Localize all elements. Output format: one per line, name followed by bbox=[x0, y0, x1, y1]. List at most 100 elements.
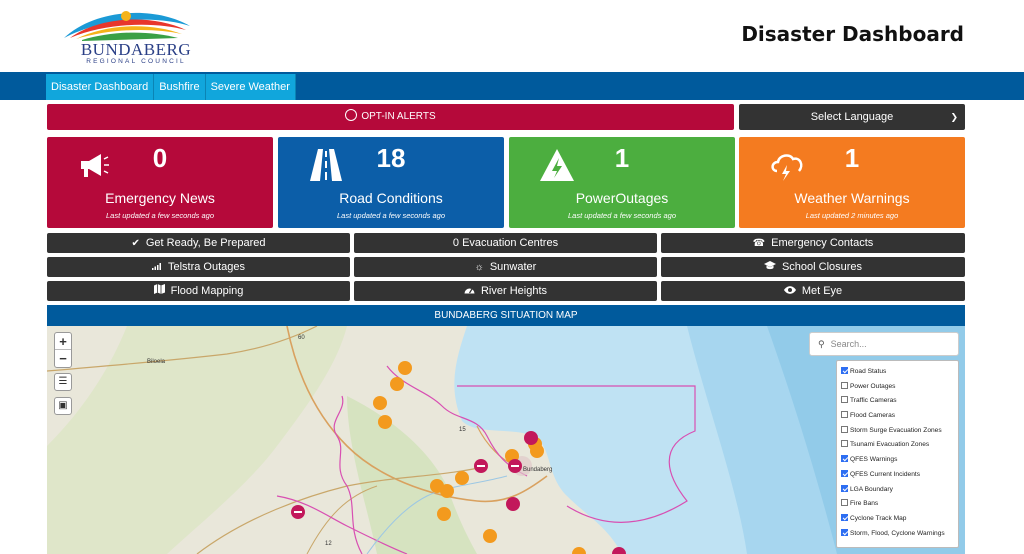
card-weather-warnings[interactable]: 1 Weather Warnings Last updated 2 minute… bbox=[739, 137, 965, 228]
flood-mapping-label: Flood Mapping bbox=[170, 285, 244, 297]
layer-checkbox[interactable] bbox=[841, 513, 848, 521]
layer-label: QFES Current Incidents bbox=[850, 470, 920, 478]
language-select-label: Select Language bbox=[810, 111, 894, 123]
sunwater-button[interactable]: ☼ Sunwater bbox=[354, 257, 657, 277]
emergency-contacts-label: Emergency Contacts bbox=[771, 237, 874, 249]
layer-checkbox[interactable] bbox=[841, 425, 848, 433]
power-outages-updated: Last updated a few seconds ago bbox=[568, 211, 676, 220]
phone-icon: ☎ bbox=[752, 238, 766, 249]
header: BUNDABERG REGIONAL COUNCIL Disaster Dash… bbox=[0, 0, 1024, 72]
layer-item[interactable]: Flood Cameras bbox=[841, 409, 954, 424]
layer-label: Fire Bans bbox=[850, 500, 879, 508]
layer-checkbox[interactable] bbox=[841, 367, 848, 374]
layer-label: Road Status bbox=[850, 368, 887, 375]
layer-label: Tsunami Evacuation Zones bbox=[850, 441, 930, 449]
tab-disaster-dashboard[interactable]: Disaster Dashboard bbox=[46, 74, 155, 100]
evacuation-centres-label: 0 Evacuation Centres bbox=[452, 237, 559, 249]
council-logo[interactable]: BUNDABERG REGIONAL COUNCIL bbox=[56, 4, 194, 66]
situation-map-title: BUNDABERG SITUATION MAP bbox=[47, 305, 965, 326]
weather-warnings-label: Weather Warnings bbox=[794, 190, 910, 206]
basemap-toggle-icon[interactable]: ☰ bbox=[54, 373, 72, 391]
fullscreen-icon[interactable]: ▣ bbox=[54, 397, 72, 415]
layer-item[interactable]: LGA Boundary bbox=[841, 483, 954, 498]
app-window: BUNDABERG REGIONAL COUNCIL Disaster Dash… bbox=[0, 0, 1024, 554]
layer-checkbox[interactable] bbox=[841, 484, 848, 492]
layer-item[interactable]: Traffic Cameras bbox=[841, 394, 954, 409]
sunwater-label: Sunwater bbox=[489, 261, 537, 273]
layer-item[interactable]: Storm Surge Evacuation Zones bbox=[841, 424, 954, 439]
logo-wordmark: BUNDABERG bbox=[80, 40, 192, 59]
road-conditions-count: 18 bbox=[376, 143, 406, 173]
road-conditions-updated: Last updated a few seconds ago bbox=[337, 211, 445, 220]
river-heights-button[interactable]: River Heights bbox=[354, 281, 657, 301]
get-ready-label: Get Ready, Be Prepared bbox=[145, 237, 266, 249]
zoom-in-button[interactable]: + bbox=[55, 333, 71, 350]
telstra-outages-label: Telstra Outages bbox=[167, 261, 246, 273]
layer-checkbox[interactable] bbox=[841, 411, 848, 419]
layer-label: Storm, Flood, Cyclone Warnings bbox=[850, 529, 945, 537]
weather-warnings-count: 1 bbox=[844, 143, 860, 173]
layer-label: Flood Cameras bbox=[850, 412, 896, 420]
layer-label: Power Outages bbox=[850, 382, 896, 390]
logo-swoosh-icon bbox=[64, 11, 190, 41]
layer-checkbox[interactable] bbox=[841, 396, 848, 404]
power-outages-label: PowerOutages bbox=[575, 190, 669, 206]
evacuation-centres-button[interactable]: 0 Evacuation Centres bbox=[354, 233, 657, 253]
alert-calendar-icon bbox=[345, 109, 358, 121]
map-icon bbox=[153, 282, 165, 302]
road-number-15: 15 bbox=[459, 427, 466, 433]
layer-label: QFES Warnings bbox=[850, 456, 898, 464]
layer-checkbox[interactable] bbox=[841, 528, 848, 536]
graduation-cap-icon bbox=[763, 258, 776, 278]
layer-item[interactable]: Tsunami Evacuation Zones bbox=[841, 438, 954, 453]
map-search-input[interactable]: ⚲ Search... bbox=[809, 332, 959, 356]
layer-item[interactable]: Fire Bans bbox=[841, 497, 954, 512]
card-road-conditions[interactable]: 18 Road Conditions Last updated a few se… bbox=[278, 137, 504, 228]
tab-severe-weather[interactable]: Severe Weather bbox=[205, 74, 296, 100]
met-eye-button[interactable]: Met Eye bbox=[661, 281, 965, 301]
language-select[interactable]: Select Language ❯ bbox=[739, 104, 965, 130]
layer-item[interactable]: Cyclone Track Map bbox=[841, 512, 954, 527]
map-search-placeholder: Search... bbox=[830, 339, 867, 349]
layer-checkbox[interactable] bbox=[841, 499, 848, 507]
situation-map[interactable]: Biloela Bundaberg 60 15 12 + − ☰ ▣ ⚲ Sear… bbox=[47, 326, 965, 554]
map-label-bundaberg: Bundaberg bbox=[523, 467, 553, 473]
gauge-icon bbox=[464, 282, 475, 302]
emergency-news-label: Emergency News bbox=[105, 190, 215, 206]
layer-checkbox[interactable] bbox=[841, 455, 848, 463]
layer-checkbox[interactable] bbox=[841, 381, 848, 389]
search-icon: ⚲ bbox=[818, 339, 825, 349]
get-ready-button[interactable]: ✔ Get Ready, Be Prepared bbox=[47, 233, 350, 253]
layer-checkbox[interactable] bbox=[841, 469, 848, 477]
flood-mapping-button[interactable]: Flood Mapping bbox=[47, 281, 350, 301]
optin-alerts-label: OPT-IN ALERTS bbox=[361, 111, 436, 122]
card-emergency-news[interactable]: 0 Emergency News Last updated a few seco… bbox=[47, 137, 273, 228]
layer-label: Traffic Cameras bbox=[850, 397, 897, 405]
tab-bushfire[interactable]: Bushfire bbox=[154, 74, 206, 100]
power-outages-count: 1 bbox=[614, 143, 630, 173]
telstra-outages-button[interactable]: Telstra Outages bbox=[47, 257, 350, 277]
layer-item[interactable]: QFES Current Incidents bbox=[841, 468, 954, 483]
layer-item[interactable]: QFES Warnings bbox=[841, 453, 954, 468]
layer-label: LGA Boundary bbox=[850, 485, 893, 493]
zoom-out-button[interactable]: − bbox=[55, 350, 71, 367]
layer-label: Cyclone Track Map bbox=[850, 514, 907, 522]
emergency-news-updated: Last updated a few seconds ago bbox=[106, 211, 214, 220]
layer-label: Storm Surge Evacuation Zones bbox=[850, 426, 942, 434]
road-conditions-label: Road Conditions bbox=[339, 190, 443, 206]
optin-alerts-button[interactable]: OPT-IN ALERTS bbox=[47, 104, 734, 130]
map-label-biloela: Biloela bbox=[147, 359, 166, 365]
layer-item[interactable]: Road Status bbox=[841, 365, 954, 380]
card-power-outages[interactable]: 1 PowerOutages Last updated a few second… bbox=[509, 137, 735, 228]
layer-item[interactable]: Storm, Flood, Cyclone Warnings bbox=[841, 527, 954, 542]
emergency-news-count: 0 bbox=[152, 143, 168, 173]
zoom-control: + − bbox=[54, 332, 72, 368]
map-canvas[interactable] bbox=[47, 326, 965, 554]
eye-icon bbox=[783, 282, 796, 302]
school-closures-button[interactable]: School Closures bbox=[661, 257, 965, 277]
layer-item[interactable]: Power Outages bbox=[841, 380, 954, 395]
page-title: Disaster Dashboard bbox=[741, 22, 964, 46]
layer-checkbox[interactable] bbox=[841, 440, 848, 448]
emergency-contacts-button[interactable]: ☎ Emergency Contacts bbox=[661, 233, 965, 253]
check-circle-icon: ✔ bbox=[131, 238, 140, 249]
